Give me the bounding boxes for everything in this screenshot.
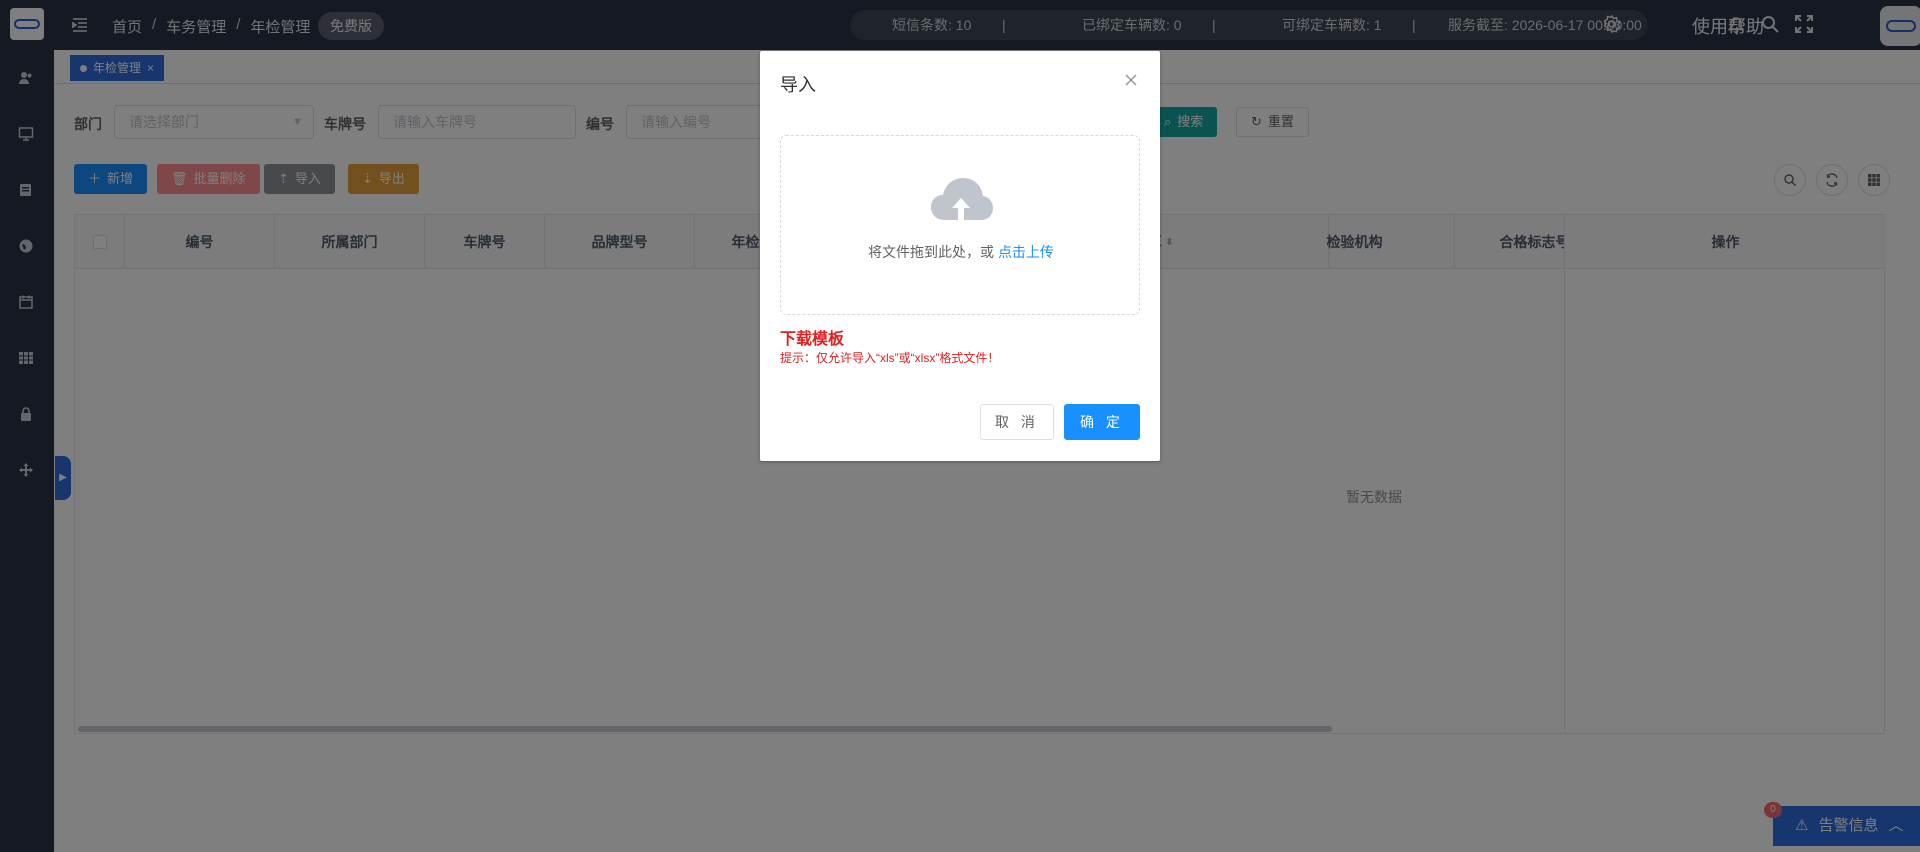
upload-hint: 将文件拖到此处，或 [868,244,998,260]
upload-instructions: 将文件拖到此处，或 点击上传 [781,242,1141,262]
close-icon[interactable] [1124,73,1140,89]
download-template-link[interactable]: 下载模板 [780,325,844,349]
dialog-title: 导入 [780,75,816,95]
click-upload-link[interactable]: 点击上传 [998,244,1054,260]
format-tip: 提示：仅允许导入“xls”或“xlsx”格式文件！ [780,351,1000,365]
confirm-button[interactable]: 确 定 [1064,404,1140,440]
cloud-upload-icon [931,178,993,220]
import-dialog: 导入 将文件拖到此处，或 点击上传 下载模板 提示：仅允许导入“xls”或“xl… [760,51,1160,461]
upload-dropzone[interactable]: 将文件拖到此处，或 点击上传 [780,135,1140,315]
cancel-button[interactable]: 取 消 [980,404,1054,440]
